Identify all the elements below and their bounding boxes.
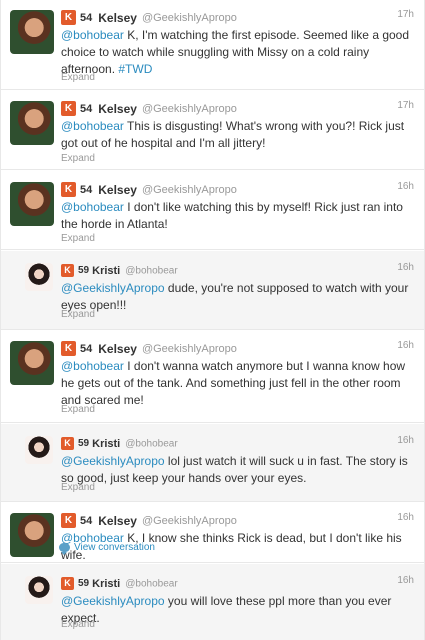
- tweet-reply[interactable]: K 59 Kristi @bohobear 16h @GeekishlyApropo …: [1, 424, 424, 502]
- klout-score: 59: [78, 438, 90, 450]
- klout-score: 54: [80, 342, 93, 355]
- timestamp[interactable]: 16h: [397, 181, 414, 192]
- mention-link[interactable]: @bohobear: [61, 28, 124, 42]
- tweet-timeline: K 54 Kelsey @GeekishlyApropo 17h @bohobear …: [0, 0, 425, 640]
- klout-score: 54: [80, 183, 93, 196]
- author-username[interactable]: @bohobear: [125, 578, 177, 589]
- author-username[interactable]: @GeekishlyApropo: [142, 184, 237, 196]
- tweet[interactable]: K 54 Kelsey @GeekishlyApropo 17h @bohobear …: [1, 0, 424, 90]
- author-username[interactable]: @bohobear: [125, 438, 177, 449]
- tweet[interactable]: K 54 Kelsey @GeekishlyApropo 17h @bohobear …: [1, 91, 424, 170]
- avatar[interactable]: [25, 263, 53, 291]
- author-name[interactable]: Kelsey: [98, 102, 137, 116]
- timestamp[interactable]: 16h: [397, 575, 414, 586]
- klout-icon: K: [61, 101, 76, 117]
- timestamp[interactable]: 16h: [397, 262, 414, 273]
- klout-icon: K: [61, 341, 76, 357]
- tweet-text: @GeekishlyApropo dude, you're not suppos…: [61, 280, 414, 314]
- tweet-header: K 59 Kristi @bohobear 16h: [61, 435, 414, 453]
- tweet-header: K 54 Kelsey @GeekishlyApropo 17h: [61, 9, 414, 27]
- mention-link[interactable]: @bohobear: [61, 359, 124, 373]
- tweet-reply[interactable]: K 59 Kristi @bohobear 16h @GeekishlyApropo …: [1, 564, 424, 640]
- timestamp[interactable]: 16h: [397, 512, 414, 523]
- avatar[interactable]: [10, 10, 54, 54]
- avatar[interactable]: [10, 341, 54, 385]
- avatar[interactable]: [10, 513, 54, 557]
- klout-icon: K: [61, 182, 76, 198]
- expand-link[interactable]: Expand: [61, 309, 95, 320]
- author-username[interactable]: @GeekishlyApropo: [142, 343, 237, 355]
- author-name[interactable]: Kelsey: [98, 514, 137, 528]
- tweet[interactable]: K 54 Kelsey @GeekishlyApropo 16h @bohobear …: [1, 331, 424, 423]
- klout-icon: K: [61, 513, 76, 529]
- timestamp[interactable]: 17h: [397, 100, 414, 111]
- author-username[interactable]: @GeekishlyApropo: [142, 103, 237, 115]
- expand-link[interactable]: Expand: [61, 404, 95, 415]
- author-name[interactable]: Kristi: [92, 578, 120, 590]
- klout-icon: K: [61, 10, 76, 26]
- mention-link[interactable]: @GeekishlyApropo: [61, 281, 165, 295]
- klout-score: 54: [80, 11, 93, 24]
- view-conversation-label[interactable]: View conversation: [74, 542, 155, 553]
- tweet-text: @bohobear I don't wanna watch anymore bu…: [61, 358, 414, 409]
- author-name[interactable]: Kristi: [92, 438, 120, 450]
- expand-link[interactable]: Expand: [61, 72, 95, 83]
- klout-icon: K: [61, 264, 74, 278]
- tweet-text: @bohobear I don't like watching this by …: [61, 199, 414, 233]
- tweet[interactable]: K 54 Kelsey @GeekishlyApropo 16h @bohobear …: [1, 503, 424, 563]
- tweet-text: @bohobear This is disgusting! What's wro…: [61, 118, 414, 152]
- expand-link[interactable]: Expand: [61, 153, 95, 164]
- klout-score: 59: [78, 578, 90, 590]
- expand-link[interactable]: Expand: [61, 619, 95, 630]
- avatar[interactable]: [25, 436, 53, 464]
- avatar[interactable]: [10, 101, 54, 145]
- mention-link[interactable]: @GeekishlyApropo: [61, 594, 165, 608]
- conversation-icon: [59, 542, 70, 555]
- tweet-text: @GeekishlyApropo lol just watch it will …: [61, 453, 414, 487]
- tweet-header: K 59 Kristi @bohobear 16h: [61, 575, 414, 593]
- klout-icon: K: [61, 577, 74, 591]
- view-conversation-link[interactable]: View conversation: [59, 542, 155, 555]
- tweet-header: K 59 Kristi @bohobear 16h: [61, 262, 414, 280]
- tweet-text: @bohobear K, I'm watching the first epis…: [61, 27, 414, 78]
- avatar[interactable]: [25, 576, 53, 604]
- klout-score: 59: [78, 265, 90, 277]
- expand-link[interactable]: Expand: [61, 482, 95, 493]
- klout-score: 54: [80, 514, 93, 527]
- author-name[interactable]: Kelsey: [98, 11, 137, 25]
- author-name[interactable]: Kelsey: [98, 342, 137, 356]
- author-username[interactable]: @bohobear: [125, 265, 177, 276]
- hashtag-link[interactable]: #TWD: [118, 62, 152, 76]
- tweet-text: @GeekishlyApropo you will love these ppl…: [61, 593, 414, 627]
- klout-icon: K: [61, 437, 74, 451]
- avatar[interactable]: [10, 182, 54, 226]
- tweet[interactable]: K 54 Kelsey @GeekishlyApropo 16h @bohobear …: [1, 172, 424, 250]
- klout-score: 54: [80, 102, 93, 115]
- author-username[interactable]: @GeekishlyApropo: [142, 515, 237, 527]
- tweet-header: K 54 Kelsey @GeekishlyApropo 17h: [61, 100, 414, 118]
- expand-link[interactable]: Expand: [61, 233, 95, 244]
- mention-link[interactable]: @bohobear: [61, 119, 124, 133]
- mention-link[interactable]: @GeekishlyApropo: [61, 454, 165, 468]
- author-name[interactable]: Kelsey: [98, 183, 137, 197]
- timestamp[interactable]: 16h: [397, 435, 414, 446]
- author-username[interactable]: @GeekishlyApropo: [142, 12, 237, 24]
- timestamp[interactable]: 16h: [397, 340, 414, 351]
- tweet-header: K 54 Kelsey @GeekishlyApropo 16h: [61, 340, 414, 358]
- mention-link[interactable]: @bohobear: [61, 200, 124, 214]
- tweet-header: K 54 Kelsey @GeekishlyApropo 16h: [61, 181, 414, 199]
- tweet-header: K 54 Kelsey @GeekishlyApropo 16h: [61, 512, 414, 530]
- timestamp[interactable]: 17h: [397, 9, 414, 20]
- tweet-reply[interactable]: K 59 Kristi @bohobear 16h @GeekishlyApropo …: [1, 251, 424, 330]
- author-name[interactable]: Kristi: [92, 265, 120, 277]
